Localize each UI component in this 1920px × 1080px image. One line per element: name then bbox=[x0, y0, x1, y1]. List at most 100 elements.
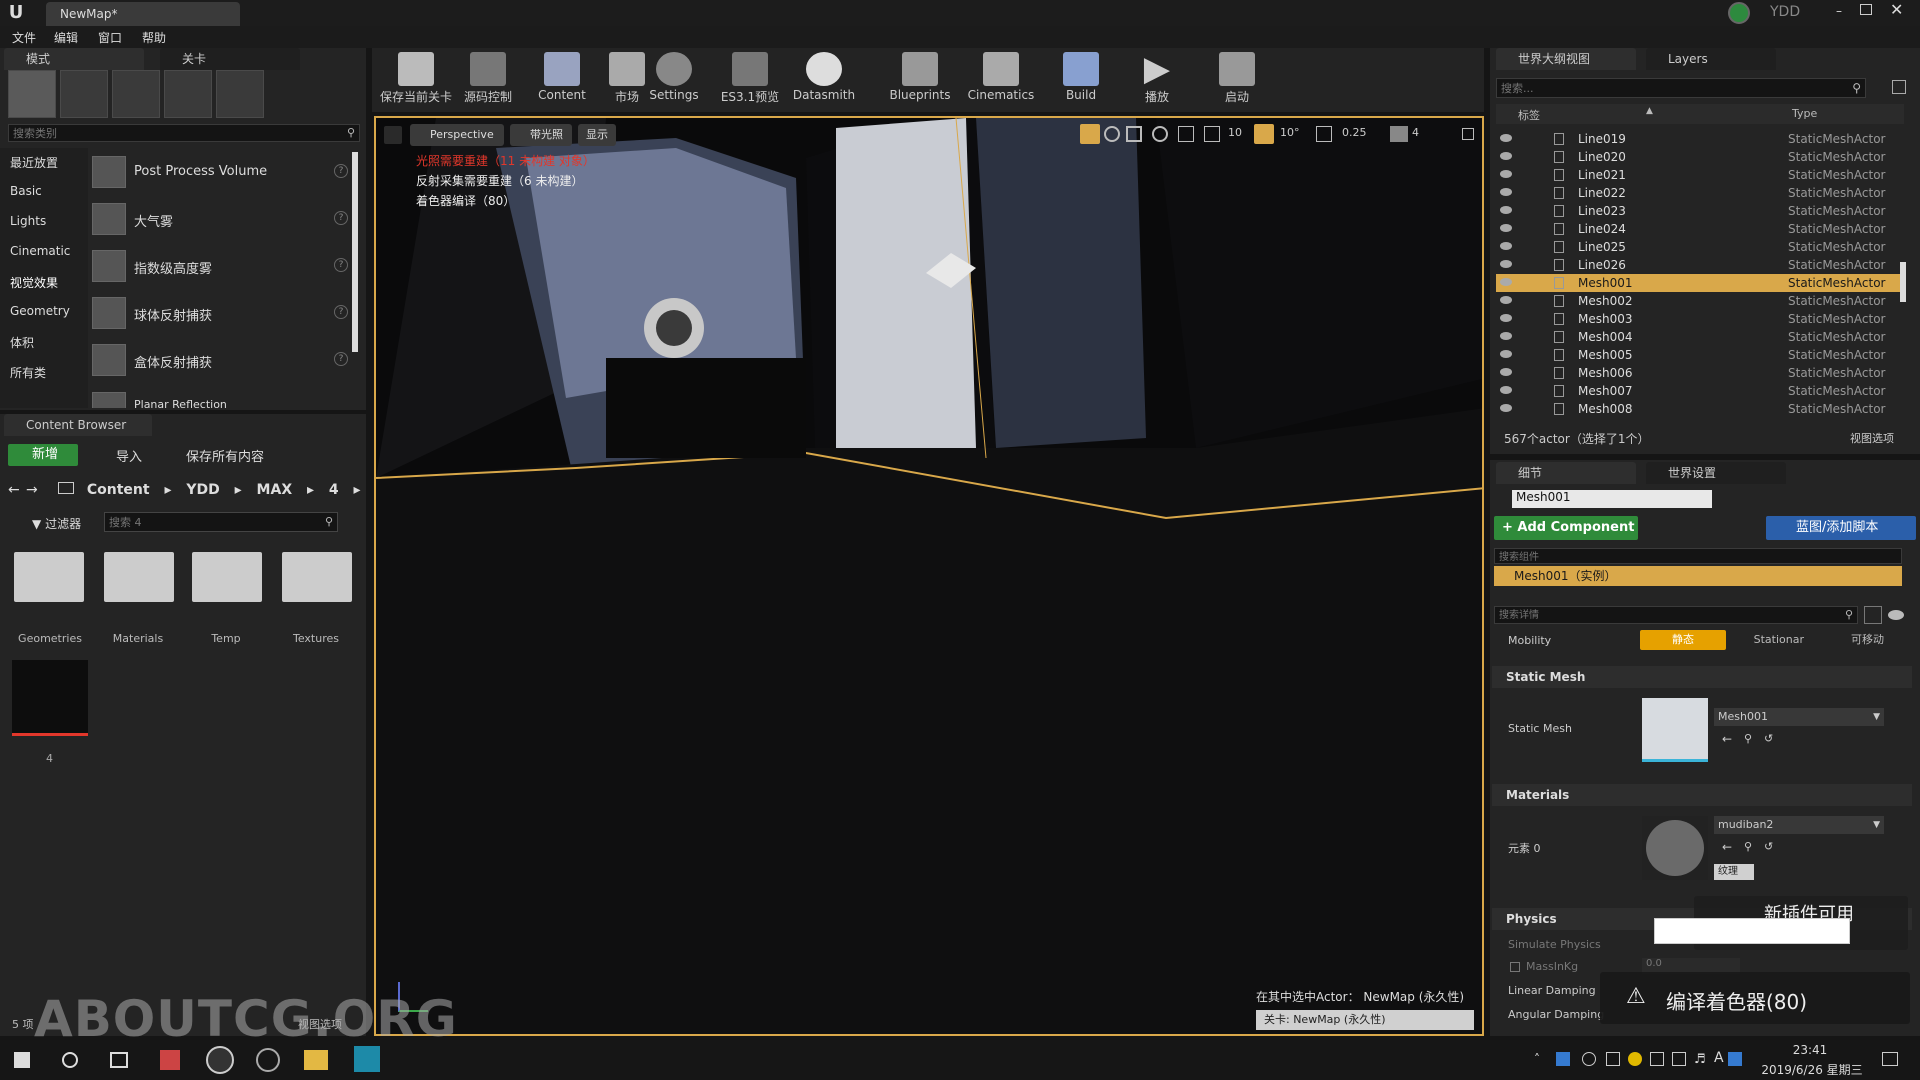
geometry-mode-button[interactable] bbox=[216, 70, 264, 118]
foliage-mode-button[interactable] bbox=[164, 70, 212, 118]
category-lights[interactable]: Lights bbox=[10, 214, 46, 228]
volume-icon[interactable]: ♬ bbox=[1694, 1052, 1706, 1067]
source-control-button[interactable]: 源码控制 bbox=[456, 50, 520, 106]
new-button[interactable]: 新增 bbox=[8, 444, 78, 466]
search-icon[interactable]: ⚲ bbox=[1852, 81, 1861, 95]
visibility-eye-icon[interactable] bbox=[1500, 206, 1512, 214]
tab-modes[interactable]: 模式 bbox=[4, 48, 144, 70]
breadcrumb-item[interactable]: MAX bbox=[257, 482, 293, 498]
build-button[interactable]: Build bbox=[1056, 50, 1106, 106]
unreal-taskbar-icon[interactable] bbox=[206, 1046, 234, 1074]
datasmith-button[interactable]: Datasmith bbox=[790, 50, 858, 106]
component-search-input[interactable] bbox=[1495, 550, 1875, 565]
source-control-status-icon[interactable] bbox=[1728, 2, 1750, 24]
category-geometry[interactable]: Geometry bbox=[10, 304, 70, 318]
clock-date[interactable]: 2019/6/26 星期三 bbox=[1752, 1061, 1872, 1078]
ime-toolbar[interactable] bbox=[1654, 918, 1850, 944]
maximize-viewport-icon[interactable] bbox=[1462, 128, 1474, 140]
outliner-row[interactable]: Line019 StaticMeshActor bbox=[1496, 130, 1904, 148]
add-component-button[interactable]: + Add Component bbox=[1494, 516, 1638, 540]
place-item-planar-reflection[interactable]: Planar Reflection bbox=[92, 388, 348, 408]
launch-button[interactable]: 启动 bbox=[1212, 50, 1262, 106]
folder-materials[interactable] bbox=[104, 552, 174, 602]
plugin-notification[interactable]: 新插件可用 bbox=[1654, 896, 1908, 950]
visibility-eye-icon[interactable] bbox=[1500, 386, 1512, 394]
visibility-eye-icon[interactable] bbox=[1500, 260, 1512, 268]
search-icon[interactable]: ⚲ bbox=[347, 126, 355, 139]
mobility-static-button[interactable]: 静态 bbox=[1640, 630, 1726, 650]
camera-speed-value[interactable]: 4 bbox=[1412, 126, 1419, 139]
windows-start-icon[interactable] bbox=[14, 1052, 30, 1068]
reset-icon[interactable]: ↺ bbox=[1764, 840, 1773, 853]
category-basic[interactable]: Basic bbox=[10, 184, 42, 198]
help-icon[interactable]: ? bbox=[334, 352, 348, 366]
content-search-input[interactable] bbox=[105, 513, 305, 531]
category-volumes[interactable]: 体积 bbox=[10, 334, 34, 351]
materials-section[interactable]: Materials bbox=[1492, 784, 1912, 806]
eye-icon[interactable] bbox=[1888, 610, 1904, 620]
tray-app-icon[interactable] bbox=[1650, 1052, 1664, 1066]
material-thumbnail[interactable] bbox=[1642, 816, 1708, 880]
static-mesh-section[interactable]: Static Mesh bbox=[1492, 666, 1912, 688]
grid-snap-icon[interactable] bbox=[1204, 126, 1220, 142]
clock-time[interactable]: 23:41 bbox=[1760, 1043, 1860, 1057]
menu-window[interactable]: 窗口 bbox=[98, 29, 122, 46]
outliner-row[interactable]: Mesh002 StaticMeshActor bbox=[1496, 292, 1904, 310]
column-type[interactable]: Type bbox=[1792, 107, 1817, 120]
visibility-eye-icon[interactable] bbox=[1500, 332, 1512, 340]
show-button[interactable]: 显示 bbox=[578, 124, 616, 146]
outliner-row[interactable]: Line024 StaticMeshActor bbox=[1496, 220, 1904, 238]
tab-world-outliner[interactable]: 世界大纲视图 bbox=[1496, 48, 1636, 70]
paint-mode-button[interactable] bbox=[60, 70, 108, 118]
blueprint-script-button[interactable]: 蓝图/添加脚本 bbox=[1766, 516, 1916, 540]
outliner-row[interactable]: Mesh007 StaticMeshActor bbox=[1496, 382, 1904, 400]
folder-textures[interactable] bbox=[282, 552, 352, 602]
use-selected-arrow-icon[interactable]: ← bbox=[1722, 732, 1732, 746]
details-search-input[interactable] bbox=[1495, 607, 1825, 624]
tray-expand-icon[interactable]: ˄ bbox=[1534, 1052, 1540, 1066]
textures-dropdown[interactable]: 纹理 bbox=[1714, 864, 1754, 880]
play-button[interactable]: ▶ 播放 bbox=[1132, 50, 1182, 106]
minimize-button[interactable]: – bbox=[1836, 4, 1850, 18]
grid-snap-value[interactable]: 10 bbox=[1228, 126, 1242, 139]
notification-center-icon[interactable] bbox=[1882, 1052, 1898, 1066]
back-arrow-icon[interactable]: ← bbox=[8, 482, 20, 498]
rotation-snap-value[interactable]: 10° bbox=[1280, 126, 1300, 139]
menu-help[interactable]: 帮助 bbox=[142, 29, 166, 46]
cinematics-button[interactable]: Cinematics bbox=[966, 50, 1036, 106]
visibility-eye-icon[interactable] bbox=[1500, 296, 1512, 304]
modes-scrollbar[interactable] bbox=[352, 152, 358, 352]
outliner-row[interactable]: Line020 StaticMeshActor bbox=[1496, 148, 1904, 166]
breadcrumb-item[interactable]: Content bbox=[87, 482, 150, 498]
lit-mode-button[interactable]: 带光照 bbox=[510, 124, 572, 146]
maximize-button[interactable] bbox=[1860, 4, 1872, 15]
tab-details[interactable]: 细节 bbox=[1496, 462, 1636, 484]
details-search[interactable]: ⚲ bbox=[1494, 606, 1858, 624]
breadcrumb-item[interactable]: 4 bbox=[329, 482, 339, 498]
property-matrix-icon[interactable] bbox=[1864, 606, 1882, 624]
menu-file[interactable]: 文件 bbox=[12, 29, 36, 46]
forward-arrow-icon[interactable]: → bbox=[26, 482, 38, 498]
menu-edit[interactable]: 编辑 bbox=[54, 29, 78, 46]
help-icon[interactable]: ? bbox=[334, 305, 348, 319]
content-button[interactable]: Content bbox=[530, 50, 594, 106]
visibility-eye-icon[interactable] bbox=[1500, 170, 1512, 178]
task-view-icon[interactable] bbox=[110, 1052, 128, 1068]
browse-icon[interactable]: ⚲ bbox=[1744, 840, 1752, 853]
help-icon[interactable]: ? bbox=[334, 258, 348, 272]
folder-temp[interactable] bbox=[192, 552, 262, 602]
search-icon[interactable]: ⚲ bbox=[325, 515, 333, 528]
scale-snap-icon[interactable] bbox=[1316, 126, 1332, 142]
reset-icon[interactable]: ↺ bbox=[1764, 732, 1773, 745]
app-icon[interactable] bbox=[160, 1050, 180, 1070]
category-visual-effects[interactable]: 视觉效果 bbox=[10, 274, 58, 291]
surface-snap-icon[interactable] bbox=[1178, 126, 1194, 142]
mobility-movable-button[interactable]: 可移动 bbox=[1806, 630, 1884, 650]
level-asset-thumbnail[interactable] bbox=[12, 660, 88, 736]
visibility-eye-icon[interactable] bbox=[1500, 350, 1512, 358]
outliner-row[interactable]: Line025 StaticMeshActor bbox=[1496, 238, 1904, 256]
category-all-classes[interactable]: 所有类 bbox=[10, 364, 46, 381]
modes-search[interactable]: ⚲ bbox=[8, 124, 360, 142]
level-tab[interactable]: NewMap* bbox=[46, 2, 240, 26]
outliner-view-options[interactable]: 视图选项 bbox=[1850, 430, 1894, 446]
